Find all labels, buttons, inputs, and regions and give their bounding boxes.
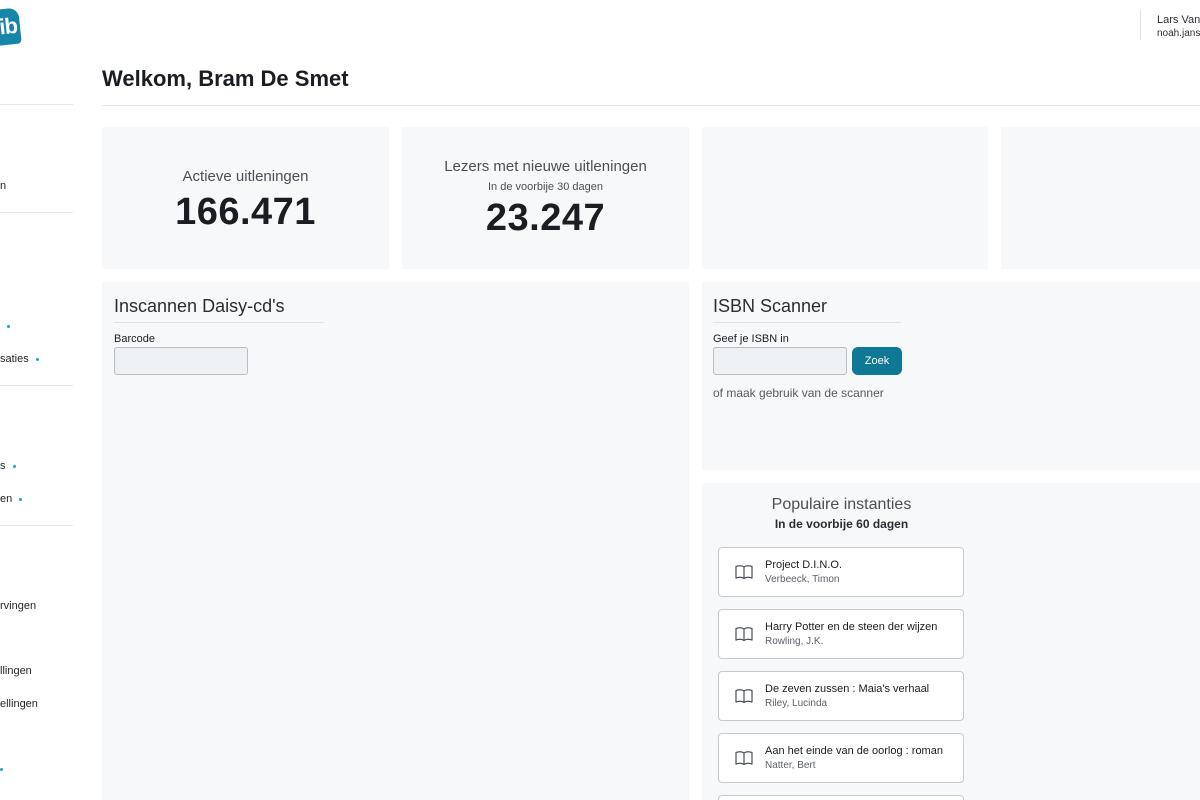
- sidebar-status-dot: [12, 464, 16, 468]
- isbn-panel-title: ISBN Scanner: [713, 296, 828, 316]
- daisy-panel-title: Inscannen Daisy-cd's: [114, 296, 285, 316]
- sidebar-item-7[interactable]: ellingen: [0, 697, 38, 711]
- sidebar-item-5[interactable]: rvingen: [0, 599, 36, 613]
- sidebar-item-4[interactable]: en: [0, 492, 23, 506]
- sidebar-item-label: ellingen: [0, 698, 38, 710]
- sidebar-item-6[interactable]: llingen: [0, 664, 32, 678]
- sidebar-status-dot: [7, 325, 10, 328]
- open-book-icon: [735, 627, 753, 642]
- panel-title-divider: [114, 322, 324, 323]
- book-author: Verbeeck, Timon: [765, 574, 840, 585]
- user-email: noah.janss: [1157, 28, 1200, 39]
- sidebar-divider: [0, 525, 73, 526]
- welcome-user-name: Bram De Smet: [198, 66, 349, 91]
- book-title: Project D.I.N.O.: [765, 559, 843, 571]
- welcome-greeting: Welkom,: [102, 66, 193, 91]
- isbn-scanner-panel: ISBN Scanner Geef je ISBN in Zoek of maa…: [702, 282, 1200, 470]
- sidebar-status-dot: [0, 768, 3, 771]
- stat-title: Actieve uitleningen: [182, 168, 309, 185]
- stat-title: Lezers met nieuwe uitleningen: [444, 158, 647, 175]
- isbn-input[interactable]: [713, 347, 847, 375]
- sidebar-item-label: saties: [0, 353, 29, 365]
- user-menu[interactable]: Lars Vanc noah.janss: [1140, 10, 1200, 40]
- sidebar-item-label: llingen: [0, 665, 32, 677]
- book-author: Rowling, J.K.: [765, 636, 824, 647]
- stat-card-new-readers: Lezers met nieuwe uitleningen In de voor…: [402, 127, 689, 269]
- daisy-scan-panel: Inscannen Daisy-cd's Barcode: [102, 282, 689, 800]
- sidebar-item-3[interactable]: s: [0, 459, 16, 473]
- sidebar-item-2[interactable]: saties: [0, 352, 39, 366]
- popular-item[interactable]: [718, 795, 964, 800]
- stat-value: 166.471: [175, 191, 316, 233]
- open-book-icon: [735, 751, 753, 766]
- isbn-input-label: Geef je ISBN in: [713, 333, 789, 345]
- barcode-input[interactable]: [114, 347, 248, 375]
- book-title: Harry Potter en de steen der wijzen: [765, 621, 938, 633]
- dashboard-page: ib Lars Vanc noah.janss n saties s en rv…: [0, 0, 1200, 800]
- popular-panel-title: Populaire instanties: [771, 496, 912, 513]
- sidebar-divider: [0, 212, 73, 213]
- sidebar-status-dot: [19, 497, 23, 501]
- page-title: Welkom, Bram De Smet: [102, 66, 349, 92]
- sidebar-item-label: rvingen: [0, 600, 37, 612]
- stat-card-active-loans: Actieve uitleningen 166.471: [102, 127, 389, 269]
- stat-card-empty: [702, 127, 988, 269]
- popular-item[interactable]: Project D.I.N.O. Verbeeck, Timon: [718, 547, 964, 597]
- sidebar-item-label: s: [0, 460, 6, 472]
- isbn-search-button[interactable]: Zoek: [852, 347, 902, 375]
- book-author: Natter, Bert: [765, 760, 816, 771]
- sidebar-divider: [0, 104, 73, 105]
- popular-panel-subtitle: In de voorbije 60 dagen: [774, 517, 909, 531]
- sidebar-divider: [0, 385, 73, 386]
- sidebar-item-label: en: [0, 493, 13, 505]
- sidebar-item-1[interactable]: n: [0, 179, 6, 193]
- sidebar-item-label: n: [0, 180, 7, 192]
- header-divider: [102, 105, 1200, 106]
- sidebar-status-dot: [35, 357, 39, 361]
- popular-item[interactable]: Aan het einde van de oorlog : roman Natt…: [718, 733, 964, 783]
- book-title: De zeven zussen : Maia's verhaal: [765, 683, 930, 695]
- popular-item[interactable]: De zeven zussen : Maia's verhaal Riley, …: [718, 671, 964, 721]
- stat-card-empty: [1001, 127, 1200, 269]
- stat-value: 23.247: [485, 197, 606, 239]
- open-book-icon: [735, 689, 753, 704]
- scanner-hint: of maak gebruik van de scanner: [713, 386, 884, 400]
- book-author: Riley, Lucinda: [765, 698, 828, 709]
- user-name: Lars Vanc: [1157, 14, 1200, 26]
- barcode-label: Barcode: [114, 333, 155, 345]
- sidebar: n saties s en rvingen llingen ellingen: [0, 0, 73, 800]
- panel-title-divider: [713, 322, 901, 323]
- popular-item[interactable]: Harry Potter en de steen der wijzen Rowl…: [718, 609, 964, 659]
- open-book-icon: [735, 565, 753, 580]
- book-title: Aan het einde van de oorlog : roman: [765, 745, 943, 757]
- stat-subtitle: In de voorbije 30 dagen: [488, 181, 603, 193]
